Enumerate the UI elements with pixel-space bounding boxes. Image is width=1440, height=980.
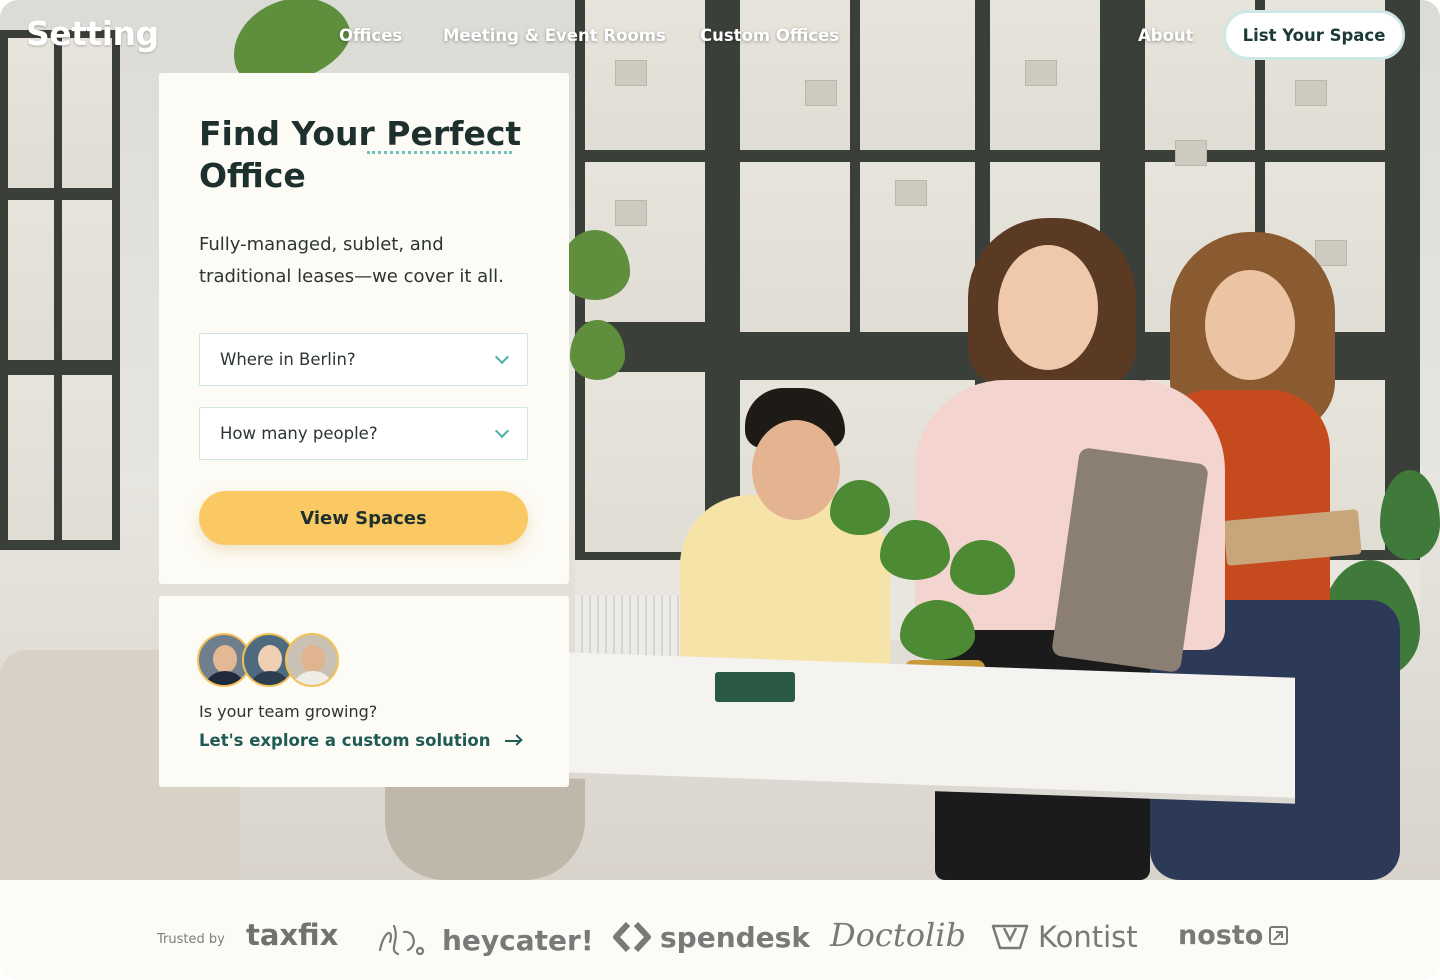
top-nav: Setting Offices Meeting & Event Rooms Cu… [0, 0, 1440, 72]
page: Setting Offices Meeting & Event Rooms Cu… [0, 0, 1440, 980]
list-your-space-button[interactable]: List Your Space [1223, 10, 1405, 60]
team-card: Is your team growing? Let's explore a cu… [159, 596, 569, 787]
kontist-mark-icon [991, 924, 1029, 950]
chevron-down-icon [494, 423, 510, 439]
chevron-down-icon [494, 349, 510, 365]
custom-solution-link-label: Let's explore a custom solution [199, 731, 491, 750]
heycater-mark-icon [378, 924, 425, 956]
arrow-right-icon [504, 739, 521, 742]
spendesk-mark-icon [613, 921, 651, 953]
location-select-value: Where in Berlin? [220, 350, 356, 369]
title-line-2: Office [199, 156, 306, 195]
people-select[interactable]: How many people? [199, 407, 528, 460]
hero-subtext: Fully-managed, sublet, and traditional l… [199, 234, 504, 287]
view-spaces-button[interactable]: View Spaces [199, 491, 528, 545]
nav-link-about[interactable]: About [1138, 26, 1194, 45]
nav-link-custom-offices[interactable]: Custom Offices [700, 26, 839, 45]
custom-solution-link[interactable]: Let's explore a custom solution [199, 731, 521, 750]
brand-logo-nosto: nosto [1178, 920, 1291, 951]
brand-logo-spendesk: spendesk [612, 920, 810, 954]
brand-logo-heycater: heycater! [374, 920, 594, 960]
avatar-group [197, 633, 347, 691]
logo[interactable]: Setting [26, 14, 159, 53]
brand-logo-doctolib: Doctolib [830, 916, 966, 954]
nosto-mark-icon [1269, 925, 1289, 945]
team-question: Is your team growing? [199, 702, 378, 721]
nav-link-offices[interactable]: Offices [339, 26, 402, 45]
title-underline [367, 151, 512, 154]
notebook [715, 672, 795, 702]
search-card: Find Your Perfect Office Fully-managed, … [159, 73, 569, 584]
trusted-by-label: Trusted by [157, 932, 225, 947]
nav-link-meeting-event-rooms[interactable]: Meeting & Event Rooms [443, 26, 666, 45]
location-select[interactable]: Where in Berlin? [199, 333, 528, 386]
left-window [0, 30, 120, 550]
brand-logo-taxfix: taxfix [246, 918, 339, 952]
desk [565, 652, 1295, 798]
trust-bar: Trusted by taxfix heycater! spendesk Doc… [0, 880, 1440, 980]
leaf [1380, 470, 1440, 560]
title-line-1: Find Your Perfect [199, 114, 522, 153]
brand-logo-kontist: Kontist [990, 920, 1138, 954]
people-select-value: How many people? [220, 424, 378, 443]
page-title: Find Your Perfect Office [199, 113, 529, 197]
avatar [285, 633, 339, 687]
